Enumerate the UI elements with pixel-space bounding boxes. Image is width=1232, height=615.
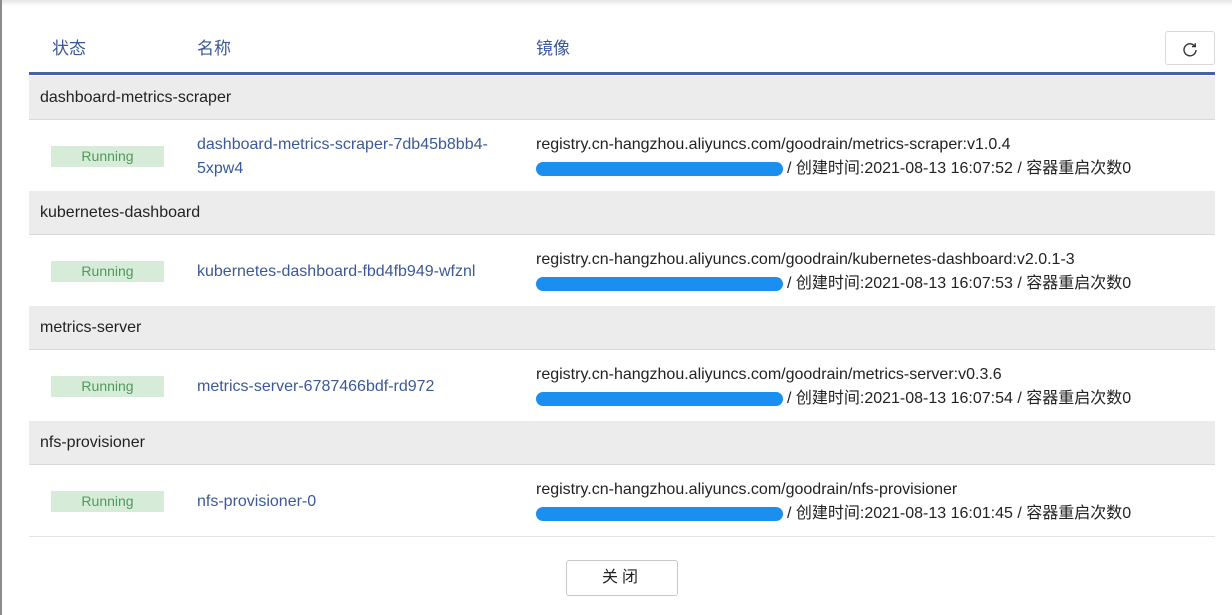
group-row: kubernetes-dashboard — [29, 191, 1215, 235]
header-divider — [29, 72, 1215, 75]
table-row: Running dashboard-metrics-scraper-7db45b… — [29, 120, 1215, 191]
group-row: nfs-provisioner — [29, 421, 1215, 465]
image-cell: registry.cn-hangzhou.aliyuncs.com/goodra… — [536, 363, 1131, 411]
pod-name-link[interactable]: nfs-provisioner-0 — [197, 490, 517, 514]
table-row: Running metrics-server-6787466bdf-rd972 … — [29, 350, 1215, 421]
window-left-edge — [0, 0, 2, 615]
group-row: dashboard-metrics-scraper — [29, 76, 1215, 120]
image-cell: registry.cn-hangzhou.aliyuncs.com/goodra… — [536, 248, 1131, 296]
refresh-button[interactable] — [1165, 31, 1215, 65]
pod-created-info: / 创建时间:2021-08-13 16:07:54 / 容器重启次数0 — [787, 390, 1132, 407]
pod-created-info: / 创建时间:2021-08-13 16:07:52 / 容器重启次数0 — [787, 160, 1132, 177]
status-badge: Running — [51, 491, 164, 512]
pod-created-info: / 创建时间:2021-08-13 16:01:45 / 容器重启次数0 — [787, 505, 1132, 522]
header-status: 状态 — [52, 39, 86, 58]
table-bottom-divider — [29, 536, 1215, 537]
status-badge: Running — [51, 376, 164, 397]
pod-name-link[interactable]: kubernetes-dashboard-fbd4fb949-wfznl — [197, 260, 517, 284]
table-row: Running nfs-provisioner-0 registry.cn-ha… — [29, 465, 1215, 536]
image-name: registry.cn-hangzhou.aliyuncs.com/goodra… — [536, 366, 1002, 383]
pod-name-link[interactable]: dashboard-metrics-scraper-7db45b8bb4-5xp… — [197, 133, 517, 181]
group-name: nfs-provisioner — [40, 434, 145, 451]
redacted-ip — [536, 276, 783, 291]
status-badge: Running — [51, 146, 164, 167]
status-badge: Running — [51, 261, 164, 282]
redacted-ip — [536, 391, 783, 406]
table-header: 状态 名称 镜像 — [29, 20, 1215, 72]
group-row: metrics-server — [29, 306, 1215, 350]
close-button[interactable]: 关闭 — [566, 560, 678, 596]
top-shadow — [2, 0, 1232, 6]
image-name: registry.cn-hangzhou.aliyuncs.com/goodra… — [536, 251, 1075, 268]
table-row: Running kubernetes-dashboard-fbd4fb949-w… — [29, 235, 1215, 306]
image-cell: registry.cn-hangzhou.aliyuncs.com/goodra… — [536, 478, 1131, 526]
header-name: 名称 — [197, 39, 231, 58]
pod-created-info: / 创建时间:2021-08-13 16:07:53 / 容器重启次数0 — [787, 275, 1132, 292]
pod-name-link[interactable]: metrics-server-6787466bdf-rd972 — [197, 375, 517, 399]
group-name: metrics-server — [40, 319, 142, 336]
redacted-ip — [536, 506, 783, 521]
group-name: kubernetes-dashboard — [40, 204, 201, 221]
group-name: dashboard-metrics-scraper — [40, 89, 232, 106]
image-name: registry.cn-hangzhou.aliyuncs.com/goodra… — [536, 136, 1011, 153]
image-name: registry.cn-hangzhou.aliyuncs.com/goodra… — [536, 481, 958, 498]
refresh-icon — [1183, 43, 1197, 57]
header-image: 镜像 — [536, 39, 570, 58]
redacted-ip — [536, 161, 783, 176]
image-cell: registry.cn-hangzhou.aliyuncs.com/goodra… — [536, 133, 1131, 181]
